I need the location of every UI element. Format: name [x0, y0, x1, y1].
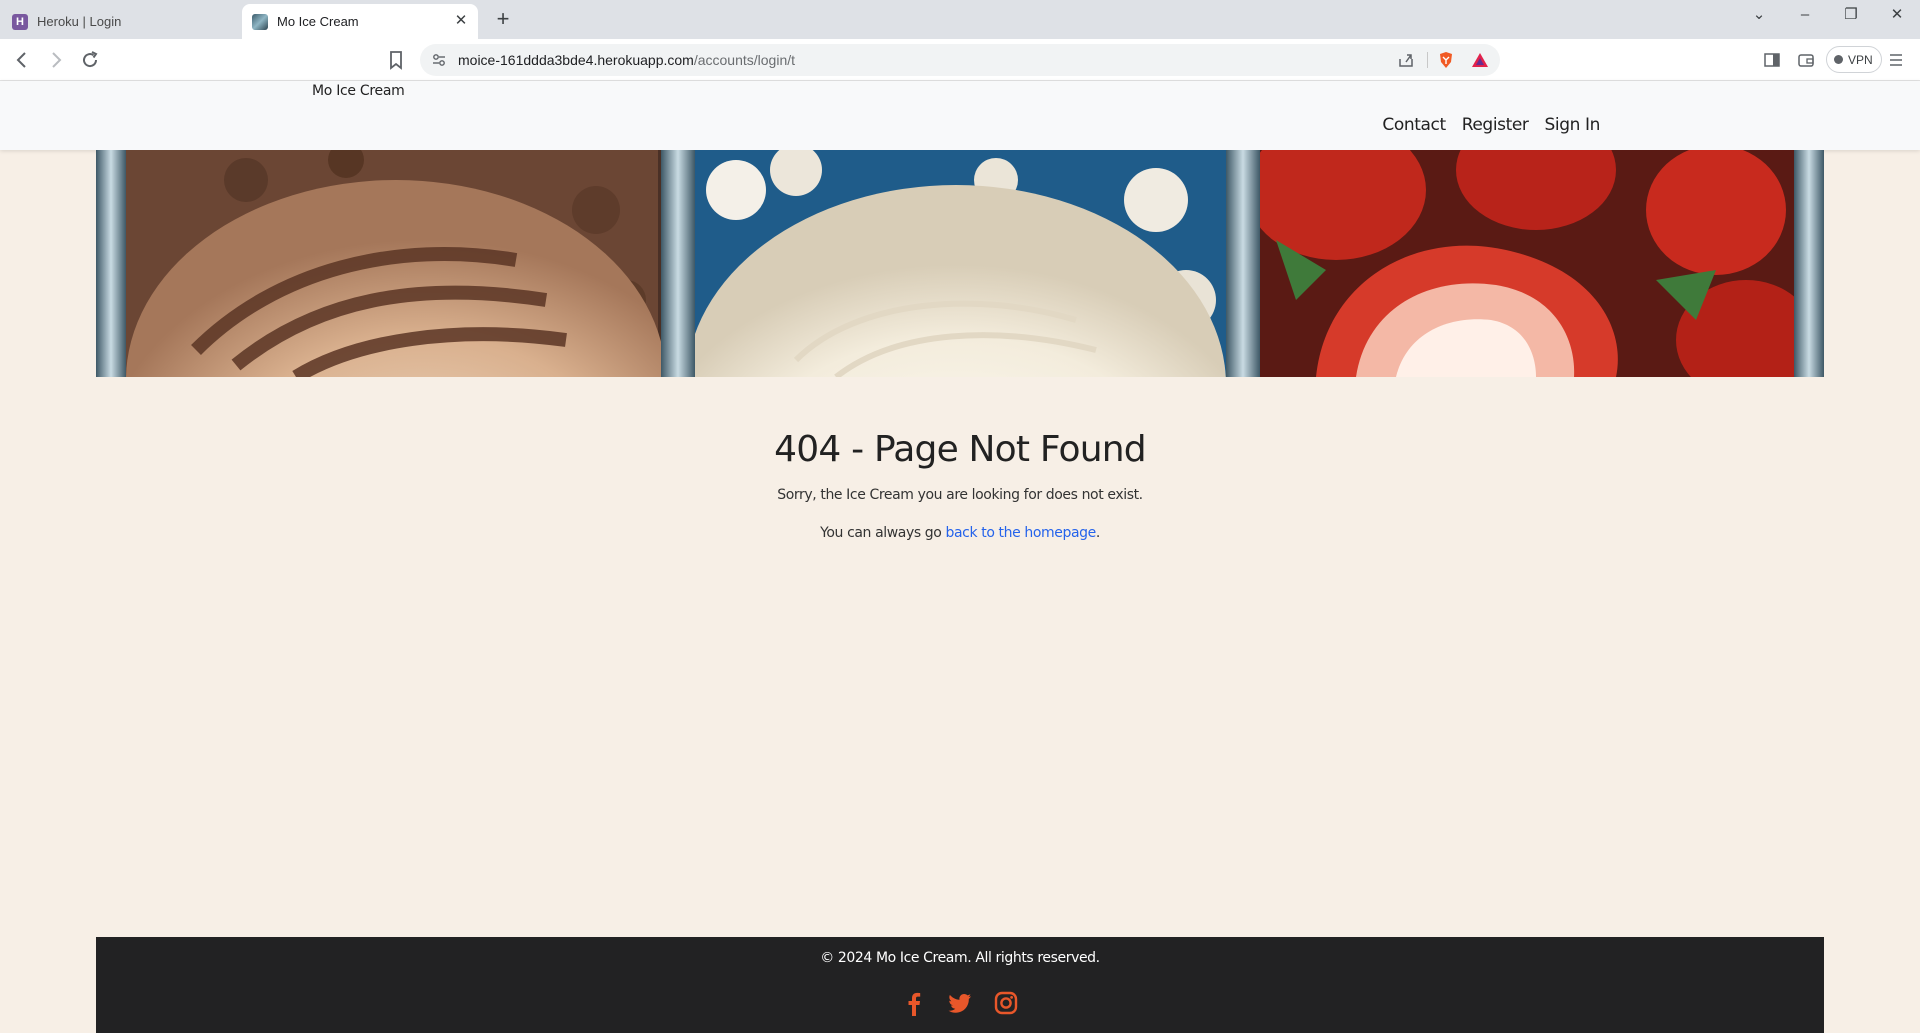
share-icon[interactable]	[1397, 51, 1415, 69]
brave-shields-icon[interactable]	[1437, 51, 1455, 69]
social-links	[96, 990, 1824, 1016]
hero-banner-image	[96, 150, 1824, 377]
bookmark-button[interactable]	[384, 48, 408, 72]
menu-icon[interactable]	[1886, 50, 1906, 70]
nav-contact-link[interactable]: Contact	[1382, 115, 1446, 135]
address-bar[interactable]: moice-161ddda3bde4.herokuapp.com/account…	[420, 44, 1500, 76]
tab-title: Mo Ice Cream	[277, 14, 359, 29]
back-arrow-icon	[16, 52, 26, 68]
browser-tabstrip: H Heroku | Login Mo Ice Cream ✕ + ⌄ – ❐ …	[0, 0, 1920, 39]
window-close-button[interactable]: ✕	[1874, 0, 1920, 30]
forward-button[interactable]	[44, 48, 68, 72]
heroku-icon: H	[12, 13, 28, 30]
homepage-hint-prefix: You can always go	[820, 525, 946, 542]
ice-cream-favicon	[252, 13, 268, 30]
nav-sign-in-link[interactable]: Sign In	[1545, 115, 1601, 135]
sidebar-toggle-icon[interactable]	[1762, 50, 1782, 70]
new-tab-button[interactable]: +	[490, 6, 516, 32]
browser-toolbar: moice-161ddda3bde4.herokuapp.com/account…	[0, 39, 1920, 81]
error-content: 404 - Page Not Found Sorry, the Ice Crea…	[0, 428, 1920, 541]
url-path: /accounts/login/t	[693, 52, 796, 68]
minimize-button[interactable]: –	[1782, 0, 1828, 30]
tab-title: Heroku | Login	[37, 14, 122, 29]
url-text: moice-161ddda3bde4.herokuapp.com/account…	[458, 44, 795, 76]
vpn-button[interactable]: VPN	[1826, 46, 1882, 73]
url-host: moice-161ddda3bde4.herokuapp.com	[458, 52, 694, 68]
site-navbar: Mo Ice Cream Contact Register Sign In	[0, 81, 1920, 150]
instagram-icon[interactable]	[993, 990, 1019, 1016]
back-button[interactable]	[10, 48, 34, 72]
vpn-label: VPN	[1848, 52, 1873, 67]
reload-icon	[83, 51, 98, 68]
facebook-icon[interactable]	[901, 990, 927, 1016]
twitter-icon[interactable]	[947, 990, 973, 1016]
brave-rewards-icon[interactable]	[1471, 51, 1489, 69]
nav-register-link[interactable]: Register	[1462, 115, 1529, 135]
homepage-hint-suffix: .	[1095, 525, 1100, 542]
ice-cream-tubs-illustration	[96, 150, 1824, 377]
brand-link[interactable]: Mo Ice Cream	[312, 83, 405, 99]
homepage-hint: You can always go back to the homepage.	[0, 525, 1920, 541]
tab-mo-ice-cream[interactable]: Mo Ice Cream ✕	[242, 4, 478, 39]
wallet-icon[interactable]	[1796, 50, 1816, 70]
site-info-icon	[433, 54, 445, 66]
omnibox-divider	[1427, 52, 1428, 68]
reload-button[interactable]	[78, 48, 102, 72]
restore-button[interactable]: ❐	[1828, 0, 1874, 30]
bookmark-icon	[390, 51, 402, 70]
site-footer: © 2024 Mo Ice Cream. All rights reserved…	[96, 937, 1824, 1033]
back-to-homepage-link[interactable]: back to the homepage	[946, 525, 1097, 541]
vpn-status-icon	[1834, 55, 1843, 64]
tab-search-chevron-icon[interactable]: ⌄	[1736, 0, 1782, 30]
close-tab-icon[interactable]: ✕	[452, 12, 470, 30]
forward-arrow-icon	[52, 52, 62, 68]
page-title: 404 - Page Not Found	[774, 429, 1146, 470]
error-message: Sorry, the Ice Cream you are looking for…	[777, 487, 1143, 504]
tab-heroku-login[interactable]: H Heroku | Login	[0, 4, 240, 39]
main-nav: Contact Register Sign In	[1382, 115, 1600, 135]
copyright-text: © 2024 Mo Ice Cream. All rights reserved…	[820, 950, 1100, 966]
